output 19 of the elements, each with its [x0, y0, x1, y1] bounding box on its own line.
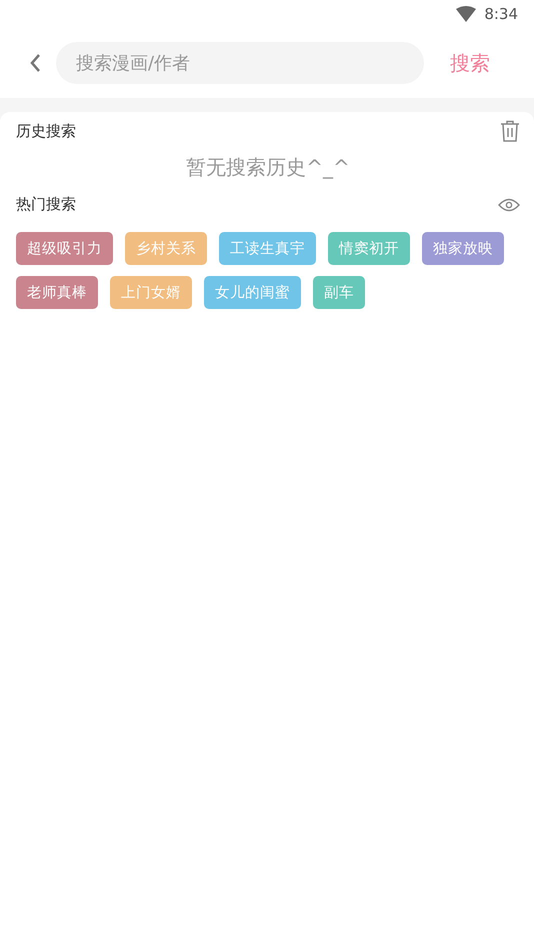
eye-icon[interactable]	[498, 198, 520, 212]
section-title: 热门搜索	[16, 195, 76, 214]
search-tag[interactable]: 超级吸引力	[16, 232, 113, 265]
search-tag[interactable]: 独家放映	[422, 232, 504, 265]
search-tag[interactable]: 工读生真宇	[219, 232, 316, 265]
search-field[interactable]: 搜索漫画/作者	[56, 42, 424, 84]
wifi-icon	[456, 6, 476, 22]
trash-icon[interactable]	[500, 120, 520, 142]
search-tag[interactable]: 上门女婿	[110, 276, 192, 309]
status-time: 8:34	[484, 5, 518, 23]
section-title: 历史搜索	[16, 122, 76, 140]
search-tag[interactable]: 女儿的闺蜜	[204, 276, 301, 309]
search-tag[interactable]: 老师真棒	[16, 276, 98, 309]
search-tag[interactable]: 乡村关系	[125, 232, 207, 265]
search-tag[interactable]: 副车	[313, 276, 365, 309]
search-button[interactable]: 搜索	[448, 46, 492, 80]
empty-message: 暂无搜索历史^_^	[185, 154, 351, 181]
back-icon[interactable]	[29, 53, 41, 73]
search-tag[interactable]: 情窦初开	[328, 232, 410, 265]
